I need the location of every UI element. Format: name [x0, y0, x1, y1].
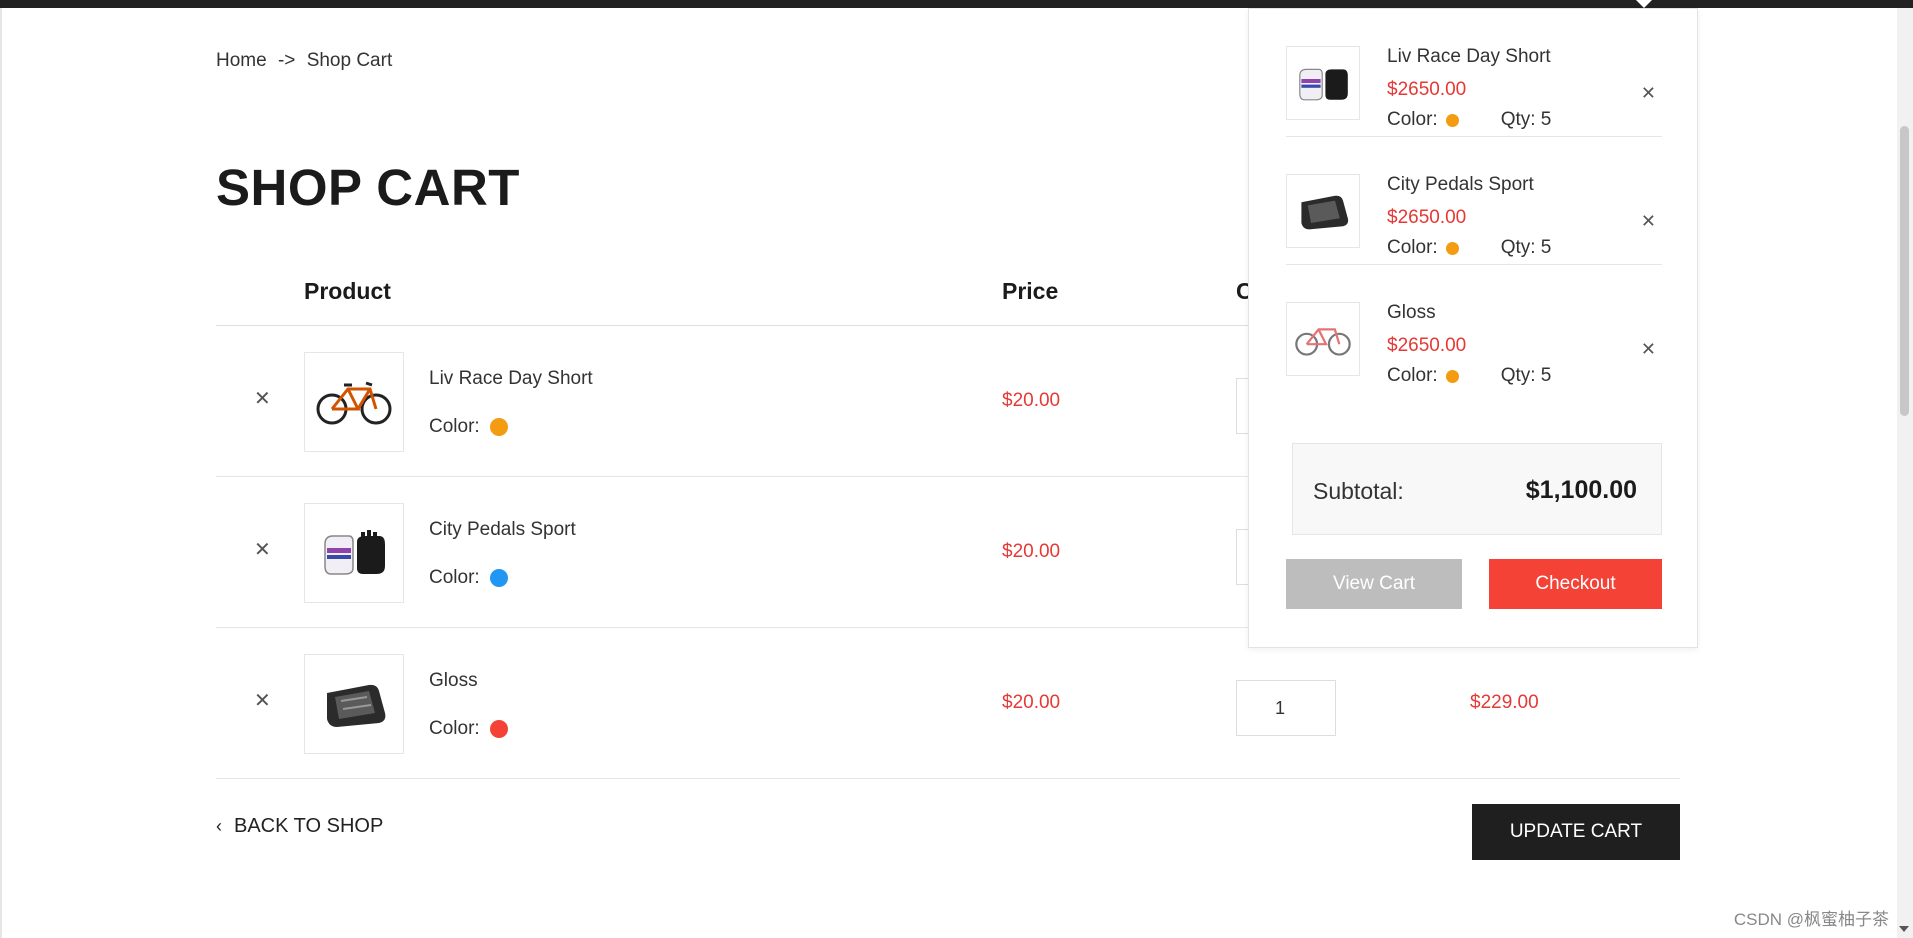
mini-cart-item: City Pedals Sport $2650.00 Color: Qty: 5… [1286, 137, 1662, 265]
product-color: Color: [429, 416, 508, 438]
mini-cart-item-qty: Qty: 5 [1500, 365, 1552, 386]
close-icon[interactable]: ✕ [1641, 83, 1656, 104]
mini-cart-item-qty: Qty: 5 [1500, 109, 1552, 130]
color-label: Color: [1387, 237, 1438, 258]
subtotal-box: Subtotal: $1,100.00 [1287, 438, 1662, 535]
watermark: CSDN @枫蜜柚子茶 [1733, 910, 1889, 929]
breadcrumb-current: Shop Cart [306, 50, 393, 71]
subtotal-label: Subtotal: [1313, 478, 1404, 504]
product-name[interactable]: Liv Race Day Short [429, 368, 593, 390]
mini-cart-item-price: $2650.00 [1387, 207, 1467, 228]
color-swatch [489, 720, 508, 738]
scroll-down-icon[interactable] [1899, 926, 1909, 932]
scrollbar[interactable] [1897, 8, 1913, 938]
color-swatch [1445, 241, 1459, 255]
checkout-button[interactable]: Checkout [1489, 559, 1662, 609]
pedal-icon [1301, 195, 1349, 230]
breadcrumb-home[interactable]: Home [216, 50, 267, 71]
remove-item-icon[interactable]: ✕ [254, 691, 271, 711]
back-to-shop-link[interactable]: ‹ BACK TO SHOP [216, 815, 383, 838]
color-label: Color: [1387, 365, 1438, 386]
chevron-left-icon: ‹ [216, 816, 222, 836]
scrollbar-thumb[interactable] [1900, 126, 1909, 416]
product-color: Color: [429, 718, 508, 740]
mini-cart-item-price: $2650.00 [1387, 79, 1467, 100]
close-icon[interactable]: ✕ [1641, 339, 1656, 360]
product-image[interactable] [304, 352, 404, 452]
product-total: $229.00 [1470, 692, 1539, 713]
product-price: $20.00 [1002, 541, 1061, 562]
mini-cart-dropdown: Liv Race Day Short $2650.00 Color: Qty: … [1248, 8, 1698, 648]
pedal-icon [327, 684, 386, 727]
product-color: Color: [429, 567, 508, 589]
mini-cart-item: Gloss $2650.00 Color: Qty: 5 ✕ [1286, 265, 1662, 393]
color-swatch [1445, 113, 1459, 127]
table-row: ✕ Gloss Color: $20.00 1 $229.00 [216, 628, 1680, 779]
product-image[interactable] [304, 503, 404, 603]
subtotal-value: $1,100.00 [1525, 476, 1637, 504]
window-border [0, 8, 2, 938]
gloves-icon [324, 530, 385, 575]
view-cart-button[interactable]: View Cart [1286, 559, 1462, 609]
product-name[interactable]: Gloss [429, 670, 478, 692]
product-image[interactable] [304, 654, 404, 754]
color-swatch [489, 569, 508, 587]
color-swatch [489, 418, 508, 436]
mini-cart-item-price: $2650.00 [1387, 335, 1467, 356]
update-cart-button[interactable]: UPDATE CART [1472, 804, 1680, 860]
mini-cart-item-meta: Color: Qty: 5 [1387, 365, 1551, 387]
remove-item-icon[interactable]: ✕ [254, 540, 271, 560]
breadcrumb-separator: -> [277, 50, 296, 71]
mini-cart-image[interactable] [1286, 174, 1360, 248]
back-to-shop-label: BACK TO SHOP [234, 815, 384, 837]
mini-cart-item-name[interactable]: Liv Race Day Short [1387, 46, 1551, 68]
top-bar [0, 0, 1913, 8]
product-price: $20.00 [1002, 692, 1061, 713]
mini-cart-item-name[interactable]: Gloss [1387, 302, 1436, 324]
color-label: Color: [1387, 109, 1438, 130]
color-label: Color: [429, 416, 480, 437]
gloves-icon [1299, 68, 1348, 101]
page-title: SHOP CART [216, 159, 520, 216]
close-icon[interactable]: ✕ [1641, 211, 1656, 232]
color-label: Color: [429, 567, 480, 588]
product-price: $20.00 [1002, 390, 1061, 411]
mini-cart-image[interactable] [1286, 46, 1360, 120]
header-price: Price [1002, 278, 1059, 304]
remove-item-icon[interactable]: ✕ [254, 389, 271, 409]
mini-cart-image[interactable] [1286, 302, 1360, 376]
product-name[interactable]: City Pedals Sport [429, 519, 576, 541]
mini-cart-item-meta: Color: Qty: 5 [1387, 109, 1551, 131]
quantity-input[interactable]: 1 [1236, 680, 1336, 736]
breadcrumb: Home -> Shop Cart [216, 50, 398, 72]
mini-cart-item-qty: Qty: 5 [1500, 237, 1552, 258]
mini-cart-item-meta: Color: Qty: 5 [1387, 237, 1551, 259]
color-swatch [1445, 369, 1459, 383]
color-label: Color: [429, 718, 480, 739]
mini-cart-item: Liv Race Day Short $2650.00 Color: Qty: … [1286, 9, 1662, 137]
bike-icon [1295, 328, 1351, 356]
dropdown-caret [1636, 0, 1652, 8]
bike-icon [316, 381, 392, 425]
header-product: Product [304, 278, 391, 304]
mini-cart-item-name[interactable]: City Pedals Sport [1387, 174, 1534, 196]
